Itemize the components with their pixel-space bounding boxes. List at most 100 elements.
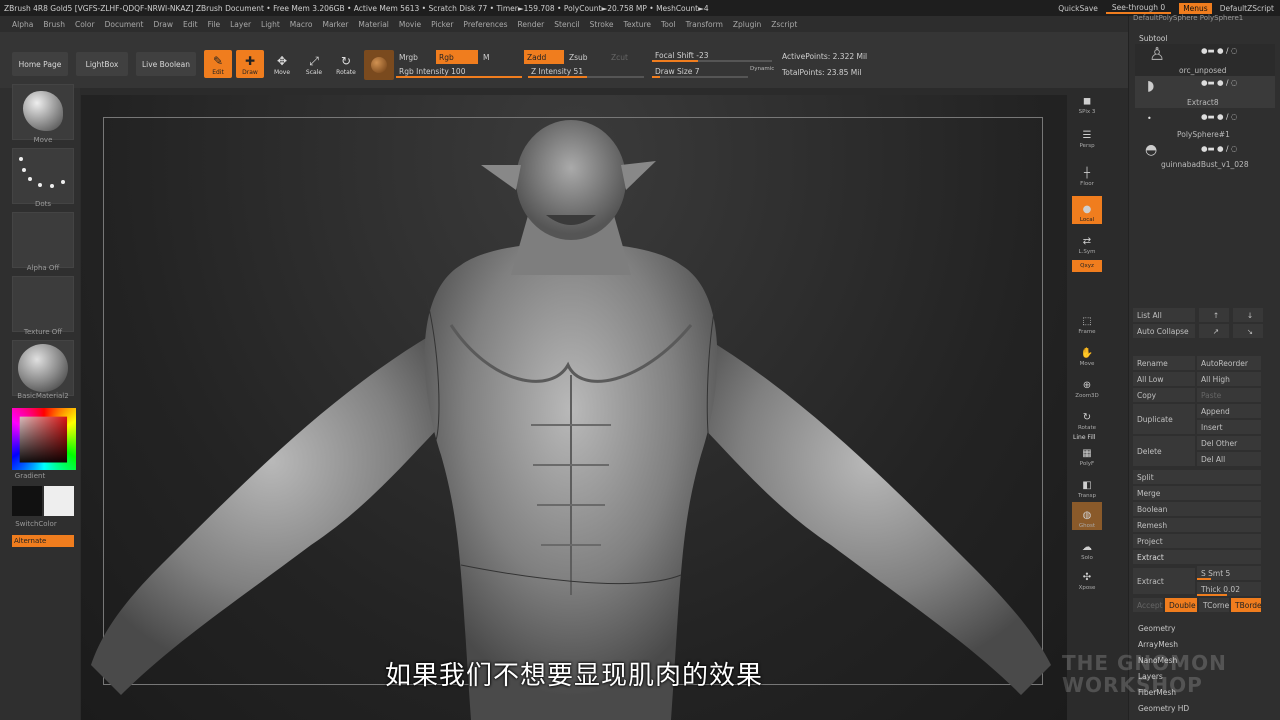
frame-button[interactable]: ⬚ Frame [1072,308,1102,336]
delete-button[interactable]: Delete [1133,436,1195,466]
floor-button[interactable]: ┼ Floor [1072,160,1102,188]
move-up-fast-button[interactable]: ↗ [1199,324,1229,338]
draw-button[interactable]: ✚ Draw [236,50,264,78]
move-up-button[interactable]: ↑ [1199,308,1229,322]
tcorne-button[interactable]: TCorne [1199,598,1229,612]
del-all-button[interactable]: Del All [1197,452,1261,466]
extract-button[interactable]: Extract [1133,568,1195,594]
menu-document[interactable]: Document [105,20,144,29]
del-other-button[interactable]: Del Other [1197,436,1261,450]
lsym-button[interactable]: ⇄ L.Sym [1072,228,1102,256]
menu-movie[interactable]: Movie [399,20,421,29]
stroke-thumbnail[interactable] [12,148,74,204]
edit-button[interactable]: ✎ Edit [204,50,232,78]
paste-button[interactable]: Paste [1197,388,1261,402]
s-smt-slider[interactable]: S Smt 5 [1197,566,1261,580]
visibility-toggles[interactable]: ●▬ ● ∕ ◌ [1201,78,1237,87]
xyz-button[interactable]: Qxyz [1072,260,1102,272]
menu-brush[interactable]: Brush [43,20,65,29]
subtool-item[interactable]: ◓ guinnabadBust_v1_028 ●▬ ● ∕ ◌ [1135,140,1275,172]
alpha-thumbnail[interactable] [12,212,74,268]
geometry-hd-section[interactable]: Geometry HD [1138,704,1189,713]
zsub-toggle[interactable]: Zsub [566,50,606,64]
local-button[interactable]: ● Local [1072,196,1102,224]
default-script-button[interactable]: DefaultZScript [1220,4,1274,13]
menu-file[interactable]: File [208,20,221,29]
canvas-viewport[interactable]: 如果我们不想要显现肌肉的效果 [81,95,1067,720]
menu-stencil[interactable]: Stencil [554,20,579,29]
menu-preferences[interactable]: Preferences [463,20,507,29]
double-button[interactable]: Double [1165,598,1197,612]
transp-button[interactable]: ◧ Transp [1072,472,1102,500]
menu-picker[interactable]: Picker [431,20,453,29]
m-toggle[interactable]: M [480,50,518,64]
mrgb-toggle[interactable]: Mrgb [396,50,434,64]
sculpt-model[interactable] [81,95,1067,720]
menu-zplugin[interactable]: Zplugin [733,20,761,29]
thick-slider[interactable]: Thick 0.02 [1197,582,1261,596]
menu-tool[interactable]: Tool [661,20,676,29]
hue-ring[interactable] [12,408,76,470]
all-low-button[interactable]: All Low [1133,372,1195,386]
boolean-section[interactable]: Boolean [1133,502,1261,516]
solo-button[interactable]: ☁ Solo [1072,534,1102,562]
subtool-item-selected[interactable]: ◗ Extract8 ●▬ ● ∕ ◌ [1135,76,1275,108]
draw-size-slider[interactable]: Draw Size 7 [652,64,748,78]
z-intensity-slider[interactable]: Z Intensity 51 [528,64,644,78]
rotate-button[interactable]: ↻ Rotate [332,50,360,78]
polyf-button[interactable]: ▦ PolyF [1072,440,1102,468]
append-button[interactable]: Append [1197,404,1261,418]
menu-render[interactable]: Render [518,20,545,29]
subtool-item[interactable]: • PolySphere#1 ●▬ ● ∕ ◌ [1135,108,1275,140]
insert-button[interactable]: Insert [1197,420,1261,434]
live-boolean-button[interactable]: Live Boolean [136,52,196,76]
main-color-swatch[interactable] [12,486,42,516]
menu-edit[interactable]: Edit [183,20,198,29]
zadd-toggle[interactable]: Zadd [524,50,564,64]
bpr-button[interactable]: ◼ SPix 3 [1072,88,1102,116]
move-button[interactable]: ✥ Move [268,50,296,78]
project-section[interactable]: Project [1133,534,1261,548]
visibility-toggles[interactable]: ●▬ ● ∕ ◌ [1201,112,1237,121]
see-through-slider[interactable]: See-through 0 [1105,3,1172,14]
subtool-header[interactable]: Subtool [1139,34,1167,43]
copy-button[interactable]: Copy [1133,388,1195,402]
rgb-intensity-slider[interactable]: Rgb Intensity 100 [396,64,522,78]
geometry-section[interactable]: Geometry [1138,624,1175,633]
secondary-color-swatch[interactable] [44,486,74,516]
switch-color-button[interactable]: SwitchColor [0,520,72,528]
material-thumbnail[interactable] [12,340,74,396]
dynamic-toggle[interactable]: Dynamic [750,66,774,72]
menu-stroke[interactable]: Stroke [590,20,614,29]
menu-zscript[interactable]: Zscript [771,20,797,29]
rotate-view-button[interactable]: ↻ Rotate [1072,404,1102,432]
scale-button[interactable]: ⤢ Scale [300,50,328,78]
focal-shift-slider[interactable]: Focal Shift -23 [652,48,772,62]
move-down-fast-button[interactable]: ↘ [1233,324,1263,338]
menus-button[interactable]: Menus [1179,2,1212,14]
arraymesh-section[interactable]: ArrayMesh [1138,640,1178,649]
visibility-toggles[interactable]: ●▬ ● ∕ ◌ [1201,144,1237,153]
color-picker[interactable] [10,406,76,470]
menu-macro[interactable]: Macro [290,20,313,29]
menu-light[interactable]: Light [261,20,280,29]
zcut-toggle[interactable]: Zcut [608,50,646,64]
xpose-button[interactable]: ✣ Xpose [1072,564,1102,592]
menu-draw[interactable]: Draw [153,20,173,29]
list-all-button[interactable]: List All [1133,308,1195,322]
visibility-toggles[interactable]: ●▬ ● ∕ ◌ [1201,46,1237,55]
remesh-section[interactable]: Remesh [1133,518,1261,532]
auto-reorder-button[interactable]: AutoReorder [1197,356,1261,370]
zoom3d-button[interactable]: ⊕ Zoom3D [1072,372,1102,400]
rename-button[interactable]: Rename [1133,356,1195,370]
subtool-item[interactable]: ♙ orc_unposed ●▬ ● ∕ ◌ [1135,44,1275,76]
texture-thumbnail[interactable] [12,276,74,332]
material-swatch[interactable] [364,50,394,80]
merge-section[interactable]: Merge [1133,486,1261,500]
menu-alpha[interactable]: Alpha [12,20,33,29]
move-view-button[interactable]: ✋ Move [1072,340,1102,368]
quicksave-button[interactable]: QuickSave [1058,4,1098,13]
move-down-button[interactable]: ↓ [1233,308,1263,322]
lightbox-button[interactable]: LightBox [76,52,128,76]
home-page-button[interactable]: Home Page [12,52,68,76]
